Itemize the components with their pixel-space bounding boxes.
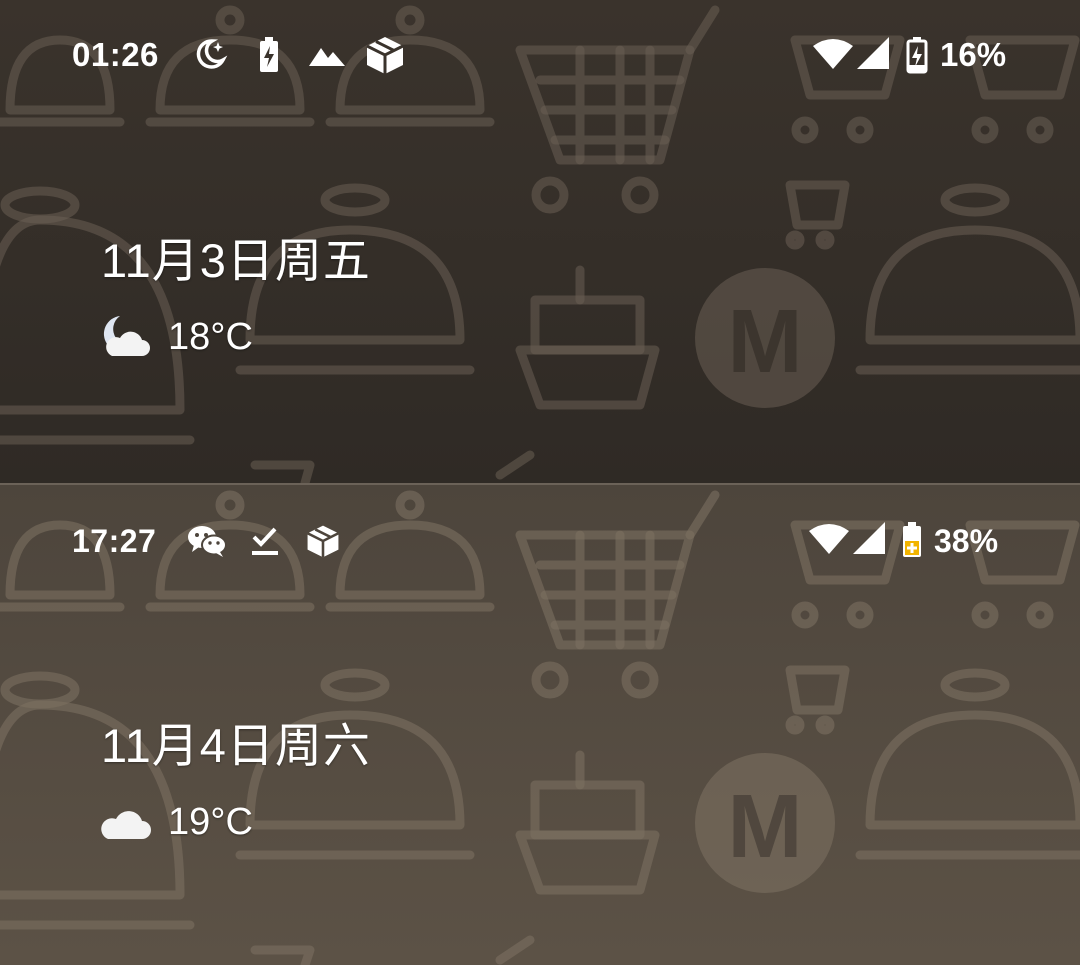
date-label[interactable]: 11月3日周五 — [101, 222, 371, 291]
do-not-disturb-moon-icon — [196, 39, 228, 69]
wifi-icon — [813, 39, 853, 69]
date-label[interactable]: 11月4日周六 — [101, 707, 371, 776]
download-done-icon — [252, 527, 278, 555]
battery-percent: 38% — [934, 523, 999, 559]
mountain-app-icon — [309, 48, 345, 66]
svg-text:M: M — [728, 292, 803, 392]
battery-charging-icon — [903, 522, 921, 557]
package-box-icon — [366, 37, 404, 74]
battery-charging-icon — [906, 37, 928, 74]
wifi-icon — [809, 524, 849, 554]
moon-cloud-icon[interactable] — [98, 312, 150, 360]
cellular-signal-icon — [853, 522, 885, 554]
status-bar-clock: 01:26 — [72, 36, 159, 73]
lock-screen-panel-2: M 17:27 38% 11月4日周六 19°C — [0, 485, 1080, 965]
cellular-signal-icon — [857, 37, 889, 69]
battery-percent: 16% — [940, 36, 1007, 73]
status-bar-clock: 17:27 — [72, 523, 157, 559]
lock-screen-panel-1: M 01:26 16% 11月3日周五 18°C — [0, 0, 1080, 483]
svg-text:M: M — [728, 777, 803, 877]
temperature-label[interactable]: 18°C — [168, 316, 253, 359]
package-box-icon — [306, 525, 340, 558]
temperature-label[interactable]: 19°C — [168, 801, 253, 844]
battery-saver-icon — [260, 37, 278, 72]
wechat-icon — [188, 526, 227, 557]
cloud-icon[interactable] — [98, 803, 152, 843]
